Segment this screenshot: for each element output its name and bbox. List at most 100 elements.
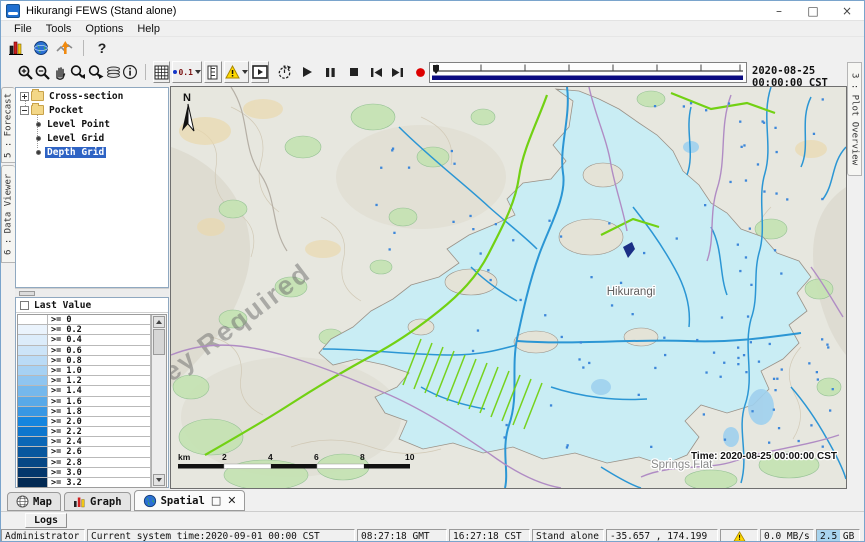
svg-text:10: 10	[405, 452, 415, 462]
info-icon[interactable]	[122, 61, 139, 83]
tab-close-icon[interactable]: ✕	[227, 494, 236, 507]
legend-row[interactable]: >= 1.0	[18, 366, 151, 376]
legend-row[interactable]: >= 0.6	[18, 346, 151, 356]
legend-row[interactable]: >= 2.0	[18, 417, 151, 427]
grid-display-button[interactable]	[153, 61, 171, 83]
contour-label-dropdown[interactable]: 0.1	[172, 61, 201, 83]
bullet-icon	[36, 150, 41, 155]
legend-row[interactable]: >= 2.8	[18, 458, 151, 468]
scroll-down-icon[interactable]	[153, 474, 165, 486]
legend-label: >= 3.0	[48, 468, 151, 477]
stop-button[interactable]	[345, 61, 362, 83]
chevron-down-icon	[195, 70, 201, 74]
pan-hand-icon[interactable]	[51, 61, 68, 83]
help-button[interactable]: ?	[90, 38, 114, 58]
last-value-checkbox[interactable]	[20, 301, 29, 310]
legend-row[interactable]: >= 1.6	[18, 397, 151, 407]
zoom-next-icon[interactable]	[87, 61, 105, 83]
legend-swatch	[18, 407, 48, 416]
pause-button[interactable]	[322, 61, 339, 83]
status-user: Administrator	[1, 529, 85, 542]
map-view[interactable]: API Key Required API Key Required	[170, 86, 847, 489]
splitter-grip[interactable]	[19, 291, 35, 296]
legend-label: >= 1.2	[48, 376, 151, 385]
sidebar-tab-plot-overview[interactable]: 3 : Plot Overview	[847, 62, 862, 176]
maximize-button[interactable]: □	[796, 1, 830, 20]
scroll-up-icon[interactable]	[153, 316, 165, 328]
play-button[interactable]	[299, 61, 316, 83]
legend-row[interactable]: >= 0.4	[18, 335, 151, 345]
legend-row[interactable]: >= 3.0	[18, 468, 151, 478]
expand-icon[interactable]	[20, 92, 29, 101]
legend-swatch	[18, 397, 48, 406]
sidebar-tab-forecast[interactable]: 5 : Forecast	[1, 87, 15, 163]
legend-row[interactable]: >= 2.2	[18, 427, 151, 437]
tree-item-cross-section[interactable]: Cross-section	[16, 90, 168, 102]
wire-globe-icon	[16, 495, 29, 508]
zoom-previous-icon[interactable]	[69, 61, 87, 83]
menu-tools[interactable]: Tools	[39, 23, 79, 35]
legend-row[interactable]: >= 3.2	[18, 478, 151, 488]
step-forward-button[interactable]	[389, 61, 406, 83]
menu-options[interactable]: Options	[78, 23, 130, 35]
timeline-slider[interactable]	[429, 62, 747, 83]
close-button[interactable]: ×	[830, 1, 864, 20]
legend-label: >= 2.2	[48, 427, 151, 436]
status-memory[interactable]: 2.5 GB	[816, 529, 860, 542]
zoom-out-icon[interactable]	[34, 61, 51, 83]
folder-icon	[31, 91, 44, 101]
warning-threshold-dropdown[interactable]	[224, 61, 249, 83]
tree-item-level-grid[interactable]: Level Grid	[16, 132, 168, 144]
legend-label: >= 2.8	[48, 458, 151, 467]
animation-settings-icon[interactable]	[276, 61, 293, 83]
menu-help[interactable]: Help	[130, 23, 167, 35]
menu-file[interactable]: File	[7, 23, 39, 35]
tree-item-level-point[interactable]: Level Point	[16, 118, 168, 130]
legend-row[interactable]: >= 0.2	[18, 325, 151, 335]
globe-icon	[143, 494, 157, 508]
legend-swatch	[18, 366, 48, 375]
tree-item-pocket[interactable]: Pocket	[16, 104, 168, 116]
movie-export-button[interactable]	[251, 61, 269, 83]
record-button[interactable]	[412, 61, 429, 83]
tab-maximize-icon[interactable]: □	[211, 494, 221, 507]
status-warning-cell[interactable]	[720, 529, 758, 542]
panel-splitter[interactable]	[15, 288, 169, 297]
legend-label: >= 1.4	[48, 386, 151, 395]
legend-row[interactable]: >= 2.6	[18, 447, 151, 457]
zoom-in-icon[interactable]	[17, 61, 34, 83]
legend-scrollbar[interactable]	[151, 315, 166, 487]
layers-icon[interactable]	[105, 61, 122, 83]
legend-swatch	[18, 376, 48, 385]
legend-row[interactable]: >= 2.4	[18, 437, 151, 447]
tab-graph[interactable]: Graph	[64, 492, 131, 511]
sidebar-tab-data-viewer[interactable]: 6 : Data Viewer	[1, 165, 15, 263]
database-display-icon[interactable]	[5, 38, 29, 58]
tree-item-depth-grid[interactable]: Depth Grid	[16, 146, 168, 158]
legend-row[interactable]: >= 1.2	[18, 376, 151, 386]
legend-row[interactable]: >= 1.8	[18, 407, 151, 417]
legend-row[interactable]: >= 1.4	[18, 386, 151, 396]
step-back-button[interactable]	[367, 61, 384, 83]
tab-map[interactable]: Map	[7, 492, 61, 511]
collapse-icon[interactable]	[20, 106, 29, 115]
town-label: Hikurangi	[607, 286, 656, 298]
legend-label: >= 0.6	[48, 346, 151, 355]
warning-icon	[733, 531, 746, 542]
bottom-tab-bar: Map Graph Spatial □ ✕	[1, 489, 864, 511]
legend-panel: Last Value >= 0>= 0.2>= 0.4>= 0.6>= 0.8>…	[15, 297, 169, 488]
tab-spatial[interactable]: Spatial □ ✕	[134, 490, 246, 511]
status-bar: Administrator Current system time:2020-0…	[1, 529, 864, 542]
profile-scale-button[interactable]	[204, 61, 222, 83]
legend-label: >= 2.4	[48, 437, 151, 446]
title-bar: Hikurangi FEWS (Stand alone) – □ ×	[1, 1, 864, 21]
main-toolbar: ?	[1, 37, 864, 59]
map-toolbar: 0.1	[1, 59, 429, 85]
logs-button[interactable]: Logs	[25, 513, 67, 528]
spatial-display-icon[interactable]	[53, 38, 77, 58]
minimize-button[interactable]: –	[762, 1, 796, 20]
scrollbar-thumb[interactable]	[153, 329, 165, 355]
legend-row[interactable]: >= 0.8	[18, 356, 151, 366]
legend-row[interactable]: >= 0	[18, 315, 151, 325]
globe-display-icon[interactable]	[29, 38, 53, 58]
